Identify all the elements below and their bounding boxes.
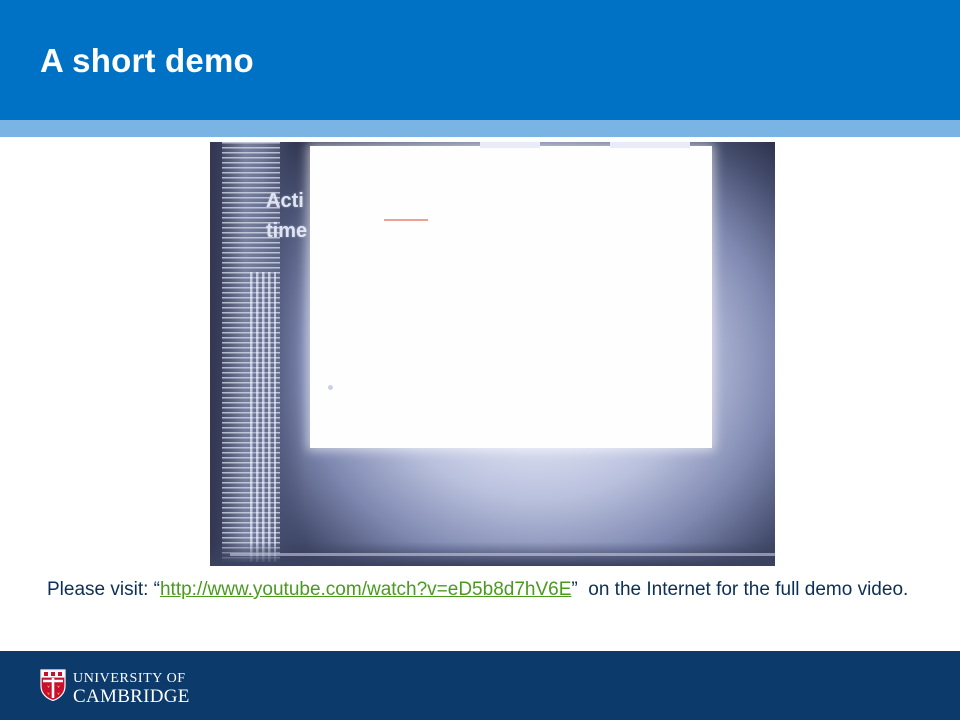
caption-text: Please visit: “http://www.youtube.com/wa… bbox=[47, 576, 927, 604]
youtube-link[interactable]: http://www.youtube.com/watch?v=eD5b8d7hV… bbox=[160, 579, 571, 600]
university-line1: UNIVERSITY OF bbox=[73, 671, 186, 686]
cambridge-crest-icon bbox=[40, 669, 66, 701]
video-dot bbox=[328, 385, 333, 390]
caption-prefix: Please visit: “ bbox=[47, 579, 160, 600]
slide: A short demo Acti time Please visit: “ht… bbox=[0, 0, 960, 720]
slide-title: A short demo bbox=[40, 42, 254, 79]
video-overlay-text: Acti time bbox=[266, 190, 308, 242]
video-red-mark bbox=[384, 219, 428, 221]
video-bottom-line bbox=[230, 553, 775, 556]
video-vertical-stripes bbox=[250, 272, 276, 562]
university-line2: CAMBRIDGE bbox=[73, 686, 190, 707]
header-bar: A short demo bbox=[0, 0, 960, 120]
demo-video-frame: Acti time bbox=[210, 142, 775, 566]
university-logo-text: UNIVERSITY OF CAMBRIDGE bbox=[73, 670, 190, 707]
video-window-tab bbox=[480, 142, 540, 148]
footer-bar: UNIVERSITY OF CAMBRIDGE bbox=[0, 651, 960, 720]
caption-suffix: ” on the Internet for the full demo vide… bbox=[571, 579, 909, 600]
header-stripe bbox=[0, 120, 960, 137]
video-window-tab bbox=[610, 142, 690, 148]
video-white-window bbox=[310, 142, 712, 448]
